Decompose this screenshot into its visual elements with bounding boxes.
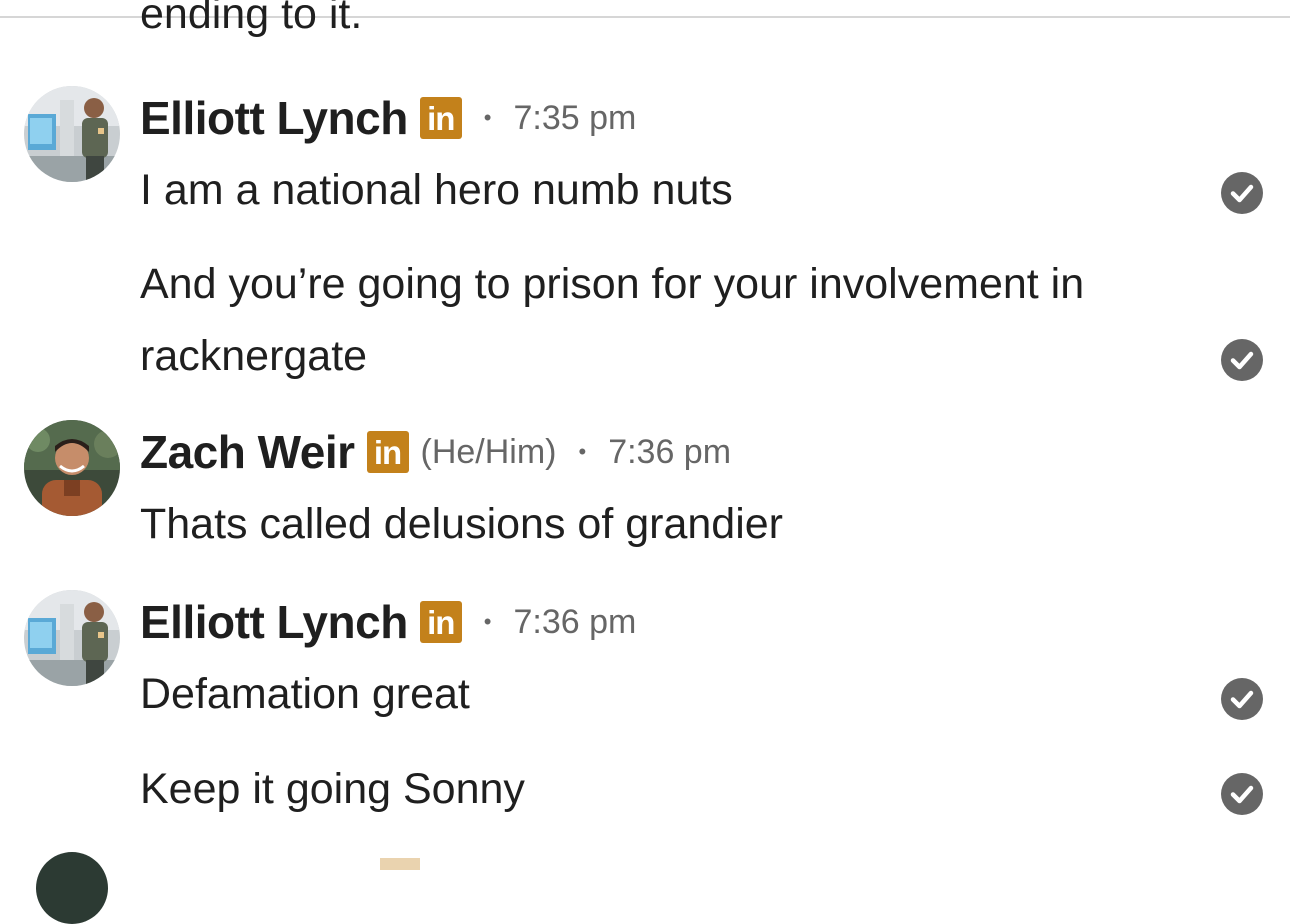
- check-circle-icon: [1221, 678, 1263, 720]
- avatar[interactable]: [24, 86, 120, 182]
- timestamp: 7:36 pm: [608, 432, 732, 471]
- linkedin-icon: in: [366, 431, 409, 473]
- timestamp: 7:35 pm: [513, 98, 637, 137]
- partial-message: ending to it.: [140, 0, 363, 38]
- separator-dot: •: [578, 439, 587, 464]
- timestamp: 7:36 pm: [513, 602, 637, 641]
- message-header: Elliott Lynch in • 7:35 pm: [140, 92, 636, 144]
- sender-name[interactable]: Zach Weir: [140, 425, 355, 479]
- separator-dot: •: [483, 609, 492, 634]
- check-circle-icon: [1221, 773, 1263, 815]
- message-text[interactable]: I am a national hero numb nuts: [140, 154, 1190, 226]
- sender-name[interactable]: Elliott Lynch: [140, 91, 408, 145]
- message-text[interactable]: Keep it going Sonny: [140, 753, 1190, 825]
- avatar[interactable]: [36, 852, 108, 924]
- pronouns: (He/Him): [420, 432, 557, 471]
- avatar-zach-image: [24, 420, 120, 516]
- linkedin-icon: [380, 858, 420, 870]
- linkedin-icon: in: [419, 97, 462, 139]
- check-circle-icon: [1221, 172, 1263, 214]
- avatar[interactable]: [24, 590, 120, 686]
- message-header: Elliott Lynch in • 7:36 pm: [140, 596, 636, 648]
- message-text[interactable]: Defamation great: [140, 658, 1190, 730]
- separator-dot: •: [483, 105, 492, 130]
- message-header: Zach Weir in (He/Him) • 7:36 pm: [140, 426, 731, 478]
- avatar[interactable]: [24, 420, 120, 516]
- message-text[interactable]: And you’re going to prison for your invo…: [140, 248, 1190, 392]
- avatar-elliott-image: [24, 86, 120, 182]
- linkedin-icon: in: [419, 601, 462, 643]
- check-circle-icon: [1221, 339, 1263, 381]
- message-text[interactable]: Thats called delusions of grandier: [140, 488, 1190, 560]
- avatar-elliott-image: [24, 590, 120, 686]
- sender-name[interactable]: Elliott Lynch: [140, 595, 408, 649]
